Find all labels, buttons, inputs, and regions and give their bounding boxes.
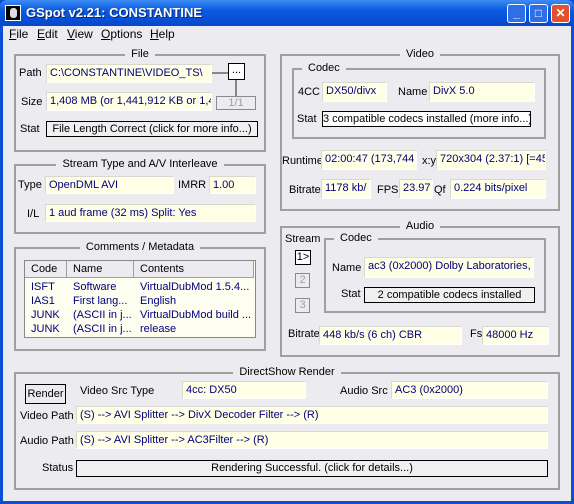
video-codec-title: Codec: [302, 62, 346, 74]
render-status-button[interactable]: Rendering Successful. (click for details…: [76, 460, 548, 477]
fs-label: Fs: [470, 328, 483, 340]
main-window: File Edit View Options Help File Path C:…: [3, 26, 571, 501]
fs-field: 48000 Hz: [482, 326, 549, 345]
imrr-field: 1.00: [209, 176, 256, 194]
browse-button[interactable]: ...: [228, 63, 245, 80]
audio-stream-2-button[interactable]: 2: [295, 273, 310, 288]
comments-group-title: Comments / Metadata: [79, 241, 201, 253]
fourcc-label: 4CC: [298, 86, 321, 98]
qf-field: 0.224 bits/pixel: [450, 179, 546, 199]
menu-view[interactable]: View: [67, 27, 93, 41]
xy-label: x:y: [422, 155, 437, 167]
audio-group-title: Audio: [399, 220, 441, 232]
render-button[interactable]: Render: [25, 384, 66, 404]
part-button[interactable]: 1/1: [216, 96, 256, 110]
video-group-title: Video: [400, 48, 440, 60]
stat-label: Stat: [20, 123, 40, 135]
video-stat-button[interactable]: 3 compatible codecs installed (more info…: [322, 111, 531, 127]
status-label: Status: [42, 462, 74, 474]
fps-field: 23.97: [399, 179, 433, 199]
path-field[interactable]: C:\CONSTANTINE\VIDEO_TS\: [46, 64, 212, 83]
file-stat-button[interactable]: File Length Correct (click for more info…: [46, 121, 258, 137]
audio-name-field: ac3 (0x2000) Dolby Laboratories, I: [364, 257, 534, 278]
metadata-list[interactable]: Code Name Contents ISFT Software VirtualDu…: [24, 260, 256, 338]
audio-path-label: Audio Path: [20, 435, 74, 447]
audio-path-field: (S) --> AVI Splitter --> AC3Filter --> (…: [76, 431, 548, 449]
video-name-label: Name: [398, 86, 428, 98]
video-codec-group: Codec: [292, 62, 546, 139]
video-src-field: 4cc: DX50: [182, 381, 306, 399]
stream-group: Stream Type and A/V Interleave: [14, 158, 266, 234]
menu-bar: File Edit View Options Help: [0, 26, 574, 42]
xy-field: 720x304 (2.37:1) [=45: [436, 150, 546, 170]
type-label: Type: [18, 179, 42, 191]
size-field: 1,408 MB (or 1,441,912 KB or 1,4: [46, 92, 212, 111]
directshow-group-title: DirectShow Render: [233, 366, 341, 378]
size-label: Size: [21, 96, 43, 108]
runtime-field: 02:00:47 (173,744: [321, 150, 417, 170]
audio-bitrate-label: Bitrate: [288, 328, 320, 340]
video-stat-label: Stat: [297, 113, 317, 125]
audio-stat-label: Stat: [341, 288, 361, 300]
video-src-label: Video Src Type: [80, 385, 155, 397]
qf-label: Qf: [434, 184, 446, 196]
menu-help[interactable]: Help: [150, 27, 175, 41]
type-field: OpenDML AVI: [45, 176, 174, 194]
menu-edit[interactable]: Edit: [37, 27, 58, 41]
column-header-name[interactable]: Name: [67, 261, 134, 278]
video-path-field: (S) --> AVI Splitter --> DivX Decoder Fi…: [76, 406, 548, 424]
imrr-label: IMRR: [178, 179, 207, 191]
video-path-label: Video Path: [20, 410, 74, 422]
menu-options[interactable]: Options: [101, 27, 142, 41]
stream-label: Stream: [285, 233, 321, 245]
il-label: I/L: [27, 208, 40, 220]
stream-group-title: Stream Type and A/V Interleave: [56, 158, 224, 170]
video-bitrate-label: Bitrate: [289, 184, 321, 196]
menu-file[interactable]: File: [9, 27, 28, 41]
audio-stat-button[interactable]: 2 compatible codecs installed: [364, 287, 535, 303]
audio-bitrate-field: 448 kb/s (6 ch) CBR: [319, 326, 462, 345]
path-label: Path: [19, 67, 42, 79]
file-group-title: File: [125, 48, 155, 60]
fps-label: FPS: [377, 184, 399, 196]
video-name-field: DivX 5.0: [429, 82, 535, 102]
runtime-label: Runtime: [282, 155, 323, 167]
audio-codec-title: Codec: [334, 232, 378, 244]
audio-stream-3-button[interactable]: 3: [295, 298, 310, 313]
column-header-contents[interactable]: Contents: [134, 261, 254, 278]
audio-src-label: Audio Src: [340, 385, 388, 397]
audio-stream-1-button[interactable]: 1>: [295, 250, 311, 265]
video-bitrate-field: 1178 kb/: [321, 179, 371, 199]
audio-src-field: AC3 (0x2000): [391, 381, 548, 399]
audio-name-label: Name: [332, 262, 362, 274]
il-field: 1 aud frame (32 ms) Split: Yes: [45, 204, 256, 222]
column-header-code[interactable]: Code: [25, 261, 67, 278]
fourcc-field: DX50/divx: [322, 82, 387, 102]
